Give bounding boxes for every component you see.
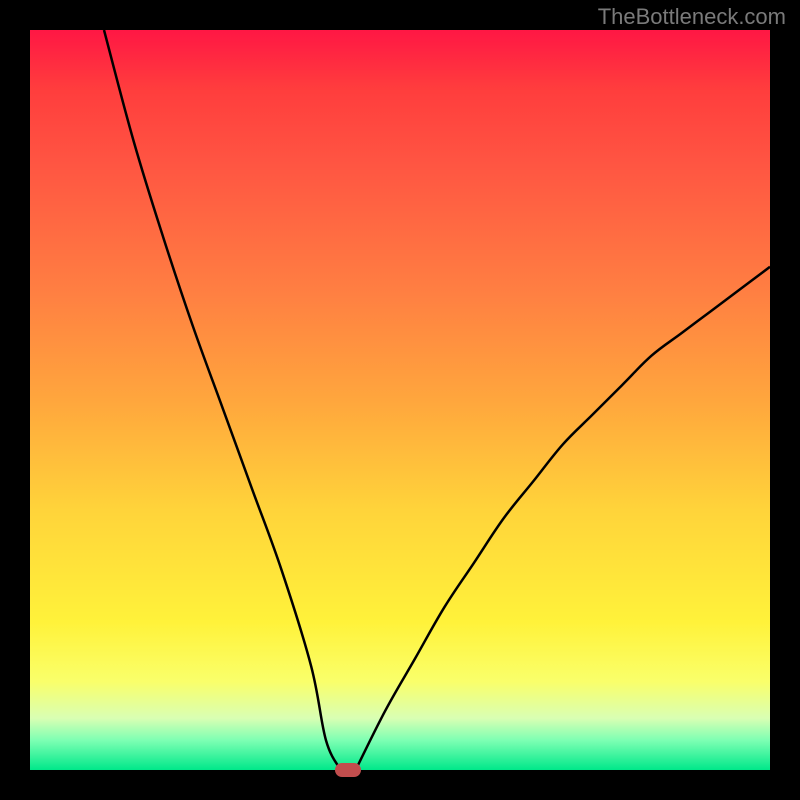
- curve-right-branch: [356, 267, 770, 770]
- bottleneck-marker: [335, 763, 361, 777]
- curve-svg: [30, 30, 770, 770]
- watermark-text: TheBottleneck.com: [598, 4, 786, 30]
- plot-area: [30, 30, 770, 770]
- chart-container: TheBottleneck.com: [0, 0, 800, 800]
- curve-left-branch: [104, 30, 341, 770]
